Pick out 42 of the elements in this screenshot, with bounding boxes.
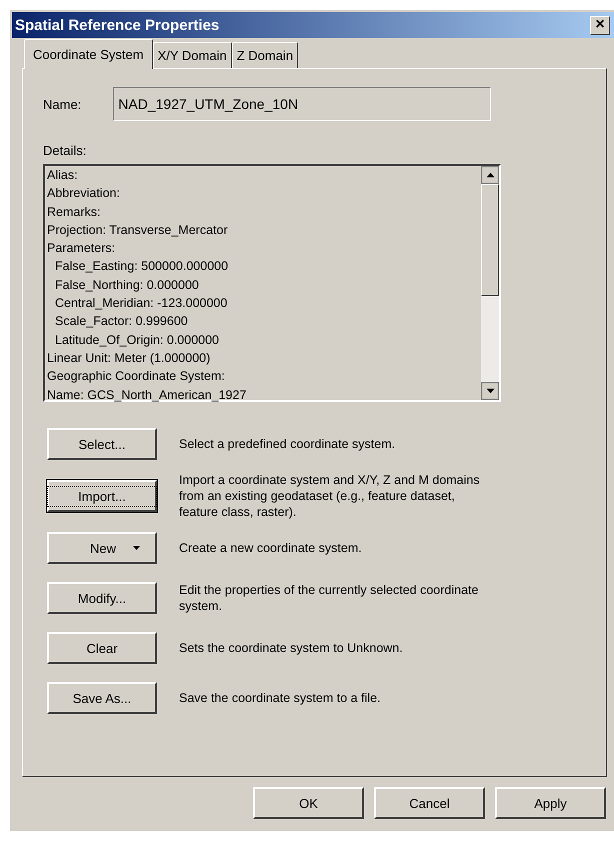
- scroll-down-icon[interactable]: [481, 382, 499, 400]
- action-button[interactable]: Import...: [47, 480, 157, 512]
- details-line: Scale_Factor: 0.999600: [54, 313, 189, 330]
- dialog-button[interactable]: Cancel: [374, 787, 485, 819]
- details-line: Alias:: [47, 167, 79, 184]
- details-line: Geographic Coordinate System:: [47, 368, 226, 386]
- tab[interactable]: X/Y Domain: [152, 42, 232, 68]
- name-field[interactable]: NAD_1927_UTM_Zone_10N: [113, 87, 492, 121]
- window-title: Spatial Reference Properties: [15, 16, 220, 34]
- details-line: False_Northing: 0.000000: [54, 276, 200, 294]
- dropdown-button[interactable]: New: [47, 532, 157, 564]
- action-button[interactable]: Clear: [47, 632, 157, 664]
- close-button[interactable]: ×: [590, 16, 610, 34]
- action-description: Create a new coordinate system.: [179, 540, 363, 556]
- dialog-button[interactable]: Apply: [495, 787, 606, 819]
- caret-icon: [133, 546, 141, 550]
- scroll-up-icon[interactable]: [481, 166, 499, 184]
- details-line: Name: GCS_North_American_1927: [47, 386, 248, 404]
- details-line: Parameters:: [47, 240, 116, 258]
- action-button[interactable]: Select...: [47, 428, 157, 460]
- action-description: Save the coordinate system to a file.: [179, 690, 382, 706]
- tab[interactable]: Coordinate System: [24, 39, 153, 69]
- scroll-thumb[interactable]: [481, 184, 499, 296]
- action-button[interactable]: Modify...: [47, 582, 157, 614]
- scrollbar[interactable]: [481, 166, 499, 400]
- details-line: Remarks:: [47, 204, 102, 221]
- action-description: Select a predefined coordinate system.: [179, 436, 396, 452]
- action-description: Import a coordinate system and X/Y, Z and M domains from an existing geodataset (e.g., feature dataset, feature class, raster).: [179, 472, 481, 520]
- action-description: Edit the properties of the currently selected coordinate system.: [179, 582, 480, 614]
- name-label: Name:: [43, 96, 82, 112]
- action-description: Sets the coordinate system to Unknown.: [179, 640, 404, 656]
- action-button[interactable]: Save As...: [47, 682, 157, 714]
- tab[interactable]: Z Domain: [232, 42, 298, 68]
- details-line: Linear Unit: Meter (1.000000): [47, 350, 212, 367]
- details-label: Details:: [43, 143, 86, 158]
- dialog-button[interactable]: OK: [253, 787, 364, 819]
- details-line: Latitude_Of_Origin: 0.000000: [54, 332, 220, 349]
- details-list[interactable]: [43, 164, 501, 402]
- details-line: Central_Meridian: -123.000000: [54, 295, 228, 312]
- details-line: Abbreviation:: [47, 185, 121, 202]
- details-line: Projection: Transverse_Mercator: [47, 222, 229, 239]
- details-line: False_Easting: 500000.000000: [54, 258, 230, 276]
